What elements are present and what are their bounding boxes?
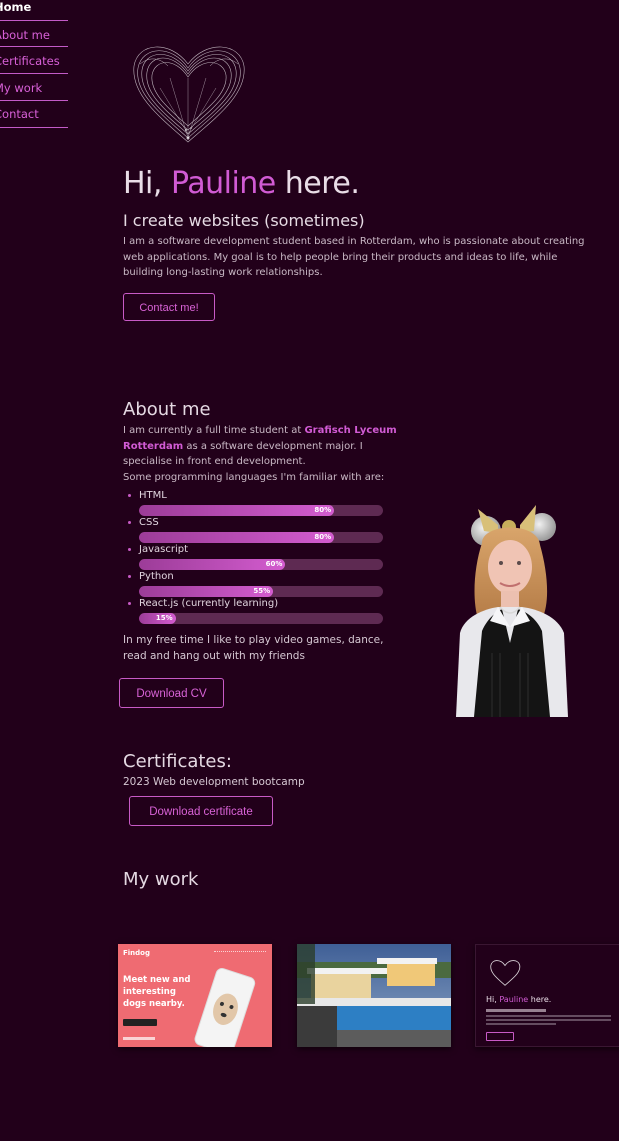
skill-name: Javascript [139,544,188,555]
skill-bar: 80% [139,505,383,516]
work-card-findog[interactable]: Findog Meet new and interesting dogs nea… [118,944,272,1047]
skill-bar-fill: 60% [139,559,286,570]
profile-photo [456,505,568,717]
bullet-icon [128,521,131,524]
skill-bar-fill: 55% [139,586,274,597]
skill-name: React.js (currently learning) [139,598,279,609]
work-card-house[interactable] [297,944,451,1047]
skill-percent: 80% [314,506,332,514]
skill-name: HTML [139,490,167,501]
certificates-title: Certificates: [123,751,232,772]
nav-certificates-label: Certificates [0,54,60,68]
findog-headline-line: Meet new and [123,975,191,985]
bullet-icon [128,494,131,497]
mini-text-line [486,1019,611,1021]
nav-contact-label: Contact [0,107,39,121]
skill-percent: 80% [314,533,332,541]
nav-my-work-label: My work [0,81,43,95]
mini-text-line [486,1023,556,1025]
download-cv-button[interactable]: Download CV [119,678,224,708]
about-p1-prefix: I am currently a full time student at [123,425,305,436]
nav-item-my-work[interactable]: My work [0,75,68,101]
skill-bar-fill: 80% [139,532,335,543]
nav-item-about[interactable]: About me [0,22,68,47]
skill-bar: 60% [139,559,383,570]
findog-headline-line: dogs nearby. [123,999,185,1009]
skills-list: HTML 80% CSS 80% Javascript 60% Python 5… [123,490,388,625]
mini-text-line [486,1015,611,1017]
download-certificate-button[interactable]: Download certificate [129,796,273,826]
skill-name: Python [139,571,174,582]
bullet-icon [128,575,131,578]
bullet-icon [128,548,131,551]
nav-home-label: Home [0,0,32,14]
skill-bar: 15% [139,613,383,624]
findog-headline: Meet new and interesting dogs nearby. [123,974,191,1010]
mini-subtitle [486,1009,546,1012]
free-time-text: In my free time I like to play video gam… [123,634,384,662]
nav-item-home[interactable]: Home [0,0,68,21]
hero-greeting-suffix: here. [275,166,360,201]
skill-item: CSS 80% [123,517,388,544]
skill-bar: 80% [139,532,383,543]
hero-title: Hi, Pauline here. [123,166,360,201]
bullet-icon [128,602,131,605]
phone-dog-icon [194,968,256,1047]
mini-greeting-prefix: Hi, [486,995,500,1004]
findog-footer-text [123,1037,155,1040]
skill-name: CSS [139,517,159,528]
about-p2: Some programming languages I'm familiar … [123,471,385,483]
skill-percent: 55% [253,587,271,595]
about-title: About me [123,399,211,420]
skill-bar-fill: 80% [139,505,335,516]
work-card-portfolio[interactable]: Hi, Pauline here. [475,944,619,1047]
skill-item: Javascript 60% [123,544,388,571]
skill-item: React.js (currently learning) 15% [123,598,388,625]
nav-item-certificates[interactable]: Certificates [0,48,68,74]
skill-item: HTML 80% [123,490,388,517]
hero-intro: I am a software development student base… [123,236,585,278]
house-image [297,944,451,1047]
findog-brand: Findog [123,949,150,957]
mini-name: Pauline [499,995,529,1004]
mini-contact-button [486,1032,514,1041]
certificate-item: 2023 Web development bootcamp [123,776,305,788]
skill-bar-fill: 15% [139,613,176,624]
mini-hero-title: Hi, Pauline here. [486,995,551,1004]
nav-about-label: About me [0,28,50,42]
skill-item: Python 55% [123,571,388,598]
mini-greeting-suffix: here. [528,995,552,1004]
hero-greeting-prefix: Hi, [123,166,171,201]
hero-name: Pauline [170,166,276,201]
skill-percent: 60% [265,560,283,568]
heart-logo-icon [133,46,245,143]
contact-me-button[interactable]: Contact me! [123,293,215,321]
skill-bar: 55% [139,586,383,597]
heart-logo-mini-icon [490,960,521,986]
findog-cta-button [123,1019,157,1026]
findog-headline-line: interesting [123,987,176,997]
hero-subtitle: I create websites (sometimes) [123,211,365,230]
my-work-title: My work [123,869,199,890]
about-paragraph: I am currently a full time student at Gr… [123,423,408,485]
skill-percent: 15% [155,614,173,622]
findog-nav [214,951,266,954]
nav-item-contact[interactable]: Contact [0,102,68,128]
